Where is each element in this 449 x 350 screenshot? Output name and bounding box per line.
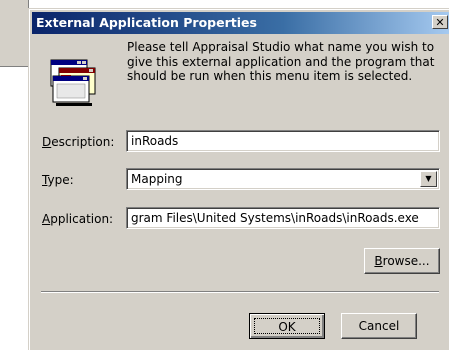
description-label: Description: (42, 135, 115, 149)
application-input[interactable]: gram Files\United Systems\inRoads\inRoad… (126, 207, 440, 229)
title-bar[interactable]: External Application Properties ✕ (32, 12, 449, 34)
instruction-text: Please tell Appraisal Studio what name y… (127, 40, 435, 83)
browse-button[interactable]: Browse... (364, 248, 440, 274)
description-input[interactable]: inRoads (126, 130, 440, 152)
cancel-button[interactable]: Cancel (341, 313, 417, 339)
background-window (0, 0, 29, 67)
dropdown-arrow-icon[interactable]: ▼ (420, 171, 437, 187)
separator (41, 291, 439, 293)
close-icon: ✕ (435, 16, 445, 29)
application-windows-icon (50, 59, 96, 106)
type-label: Type: (42, 173, 74, 187)
external-application-properties-dialog: External Application Properties ✕ Please… (28, 8, 449, 350)
dialog-title: External Application Properties (36, 15, 257, 30)
ok-button[interactable]: OK (249, 313, 325, 339)
type-select[interactable]: Mapping ▼ (126, 168, 440, 190)
close-button[interactable]: ✕ (432, 15, 448, 29)
application-label: Application: (42, 212, 114, 226)
